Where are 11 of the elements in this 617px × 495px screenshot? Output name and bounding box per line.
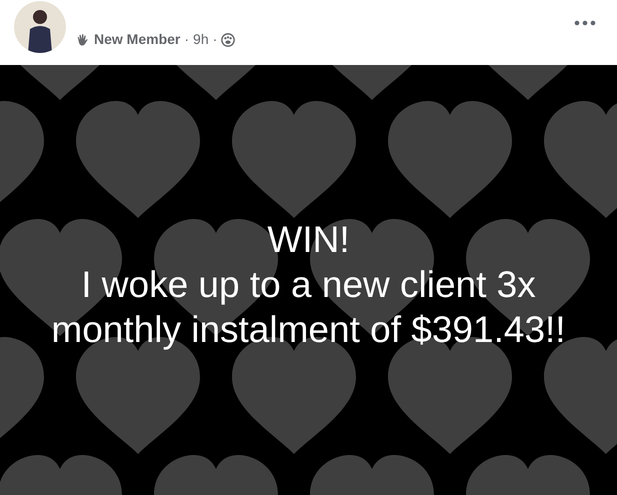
post-text-line: monthly instalment of $391.43!!: [51, 308, 566, 352]
post-time[interactable]: 9h: [193, 29, 209, 50]
more-icon: [574, 20, 596, 26]
separator: ·: [184, 30, 190, 49]
separator: ·: [212, 30, 218, 49]
post-text-line: I woke up to a new client 3x: [81, 262, 536, 306]
avatar[interactable]: [14, 1, 66, 53]
waving-hand-icon: [76, 32, 90, 46]
post-text-line: WIN!: [267, 218, 350, 262]
group-audience-icon: [221, 32, 236, 46]
member-label: New Member: [94, 30, 180, 49]
